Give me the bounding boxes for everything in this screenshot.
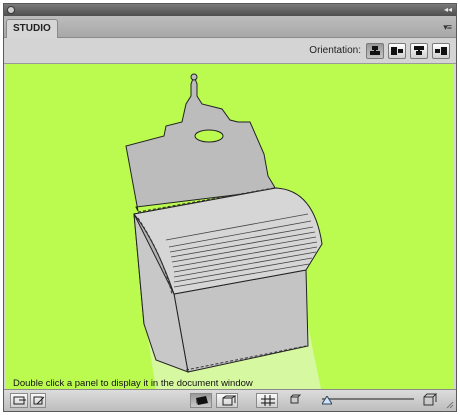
tab-bar: STUDIO ▾≡ [4, 16, 456, 38]
orientation-upside-down-button[interactable] [410, 43, 428, 59]
title-bar[interactable]: ◂◂ [4, 4, 456, 16]
zoom-out-icon[interactable] [289, 393, 303, 407]
studio-panel-window: ◂◂ STUDIO ▾≡ Orientation: Double click a… [3, 3, 457, 412]
shaded-view-button[interactable] [190, 393, 212, 408]
edit-button[interactable] [30, 393, 46, 408]
back-hanger-panel [125, 74, 277, 212]
box-view-icon [222, 395, 237, 406]
hang-hole [194, 129, 224, 143]
edit-icon [33, 396, 45, 405]
orientation-landscape-left-button[interactable] [388, 43, 406, 59]
orientation-portrait-icon [370, 46, 380, 55]
orientation-landscape-left-icon [391, 47, 403, 55]
orientation-toolbar: Orientation: [4, 38, 456, 64]
close-button[interactable] [7, 6, 15, 14]
orientation-upside-down-icon [414, 46, 424, 55]
orientation-landscape-right-icon [435, 47, 447, 55]
orientation-portrait-button[interactable] [366, 43, 384, 59]
shaded-view-icon [196, 396, 208, 405]
resize-grip-icon[interactable] [446, 401, 454, 409]
3d-viewport[interactable]: Double click a panel to display it in th… [6, 64, 454, 389]
package-3d-model[interactable] [6, 64, 454, 389]
zoom-in-icon[interactable] [422, 392, 438, 408]
status-bar [4, 389, 456, 411]
box-view-button[interactable] [216, 393, 238, 408]
grid-icon [261, 395, 275, 406]
zoom-slider-track[interactable] [322, 398, 414, 400]
orientation-label: Orientation: [309, 45, 361, 56]
viewport-hint: Double click a panel to display it in th… [13, 378, 253, 389]
tab-studio[interactable]: STUDIO [6, 19, 58, 38]
fit-view-button[interactable] [10, 393, 28, 408]
zoom-slider-thumb[interactable] [322, 396, 332, 405]
panel-menu-icon[interactable]: ▾≡ [443, 22, 452, 33]
fit-view-icon [13, 396, 26, 405]
orientation-landscape-right-button[interactable] [432, 43, 450, 59]
collapse-button[interactable]: ◂◂ [444, 4, 452, 16]
hanger-knob [190, 73, 198, 81]
grid-button[interactable] [256, 393, 278, 408]
